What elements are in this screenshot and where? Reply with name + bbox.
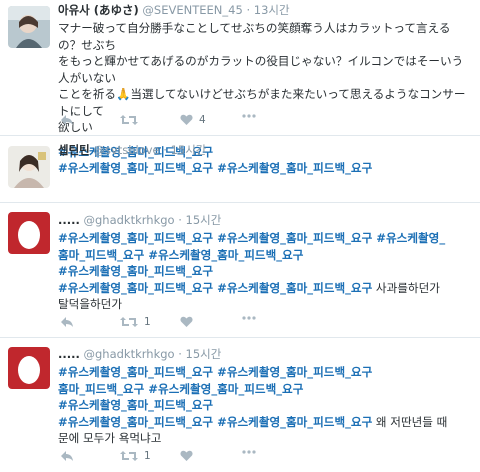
retweet-button[interactable]	[120, 114, 138, 126]
hashtag-link[interactable]: #유스케촬영_홈마_피드백_요구 #유스케촬영_홈마_피드백_요구	[58, 364, 470, 381]
reply-button[interactable]	[60, 114, 74, 126]
tweet-timestamp[interactable]: 15시간	[171, 143, 207, 157]
tweet-timestamp[interactable]: 15시간	[186, 347, 222, 361]
hashtag-link[interactable]: #유스케촬영_홈마_피드백_요구	[58, 397, 470, 414]
retweet-count: 1	[144, 450, 151, 462]
retweet-button[interactable]: 1	[120, 316, 151, 328]
heart-icon	[180, 114, 193, 125]
like-button[interactable]	[180, 316, 193, 328]
tweet-header: ..... @ghadktkrhkgo · 15시간	[58, 213, 470, 228]
hashtag-link[interactable]: #유스케촬영_홈마_피드백_요구 #유스케촬영_홈마_피드백_요구	[58, 160, 470, 177]
tweet-header: 아유사 (あゆさ) @SEVENTEEN_45 · 13시간	[58, 3, 470, 18]
user-name[interactable]: .....	[58, 213, 80, 227]
tweet: 셉틴틴 @svtsblove · 15시간 #유스케촬영_홈마_피드백_요구 #…	[0, 136, 480, 202]
more-dots-icon	[242, 114, 256, 118]
time-separator: ·	[163, 143, 167, 157]
hashtag-link[interactable]: #유스케촬영_홈마_피드백_요구 #유스케촬영_홈마_피드백_요구	[58, 281, 372, 295]
more-button[interactable]	[242, 316, 256, 320]
tweet-header: 셉틴틴 @svtsblove · 15시간	[58, 143, 470, 158]
tweet: 아유사 (あゆさ) @SEVENTEEN_45 · 13시간 マナー破って自分勝…	[0, 0, 480, 159]
tweet: ..... @ghadktkrhkgo · 15시간 #유스케촬영_홈마_피드백…	[0, 203, 480, 337]
heart-icon	[180, 450, 193, 461]
retweet-icon	[120, 317, 138, 327]
tweet-feed: 아유사 (あゆさ) @SEVENTEEN_45 · 13시간 マナー破って自分勝…	[0, 0, 480, 472]
time-separator: ·	[178, 213, 182, 227]
time-separator: ·	[178, 347, 182, 361]
retweet-button[interactable]: 1	[120, 450, 151, 462]
user-handle[interactable]: @svtsblove	[93, 143, 159, 157]
tweet-timestamp[interactable]: 13시간	[254, 3, 290, 17]
user-handle[interactable]: @ghadktkrhkgo	[84, 347, 175, 361]
user-handle[interactable]: @ghadktkrhkgo	[84, 213, 175, 227]
egg-avatar	[8, 347, 50, 389]
tweet-text-line: 사과를하던가	[372, 280, 440, 295]
photo-avatar	[8, 6, 50, 48]
reply-button[interactable]	[60, 316, 74, 328]
user-avatar[interactable]	[8, 212, 50, 254]
reply-icon	[61, 115, 73, 125]
more-button[interactable]	[242, 114, 256, 118]
user-handle[interactable]: @SEVENTEEN_45	[142, 3, 242, 17]
more-dots-icon	[242, 316, 256, 320]
user-name[interactable]: .....	[58, 347, 80, 361]
reply-button[interactable]	[60, 450, 74, 462]
heart-icon	[180, 316, 193, 327]
hashtag-link[interactable]: 홈마_피드백_요구 #유스케촬영_홈마_피드백_요구	[58, 247, 470, 264]
photo-avatar	[8, 146, 50, 188]
tweet-text-line: をもっと輝かせてあげるのがカラットの役目じゃない？イルコンではそーいう人がいない	[58, 54, 464, 85]
retweet-icon	[120, 451, 138, 461]
tweet: ..... @ghadktkrhkgo · 15시간 #유스케촬영_홈마_피드백…	[0, 338, 480, 472]
tweet-text: #유스케촬영_홈마_피드백_요구 #유스케촬영_홈마_피드백_요구 홈마_피드백…	[58, 364, 470, 447]
like-button[interactable]	[180, 450, 193, 462]
user-name[interactable]: 셉틴틴	[58, 143, 90, 157]
hashtag-link[interactable]: #유스케촬영_홈마_피드백_요구	[58, 263, 470, 280]
tweet-timestamp[interactable]: 15시간	[186, 213, 222, 227]
tweet-text: #유스케촬영_홈마_피드백_요구 #유스케촬영_홈마_피드백_요구 #유스케촬영…	[58, 230, 470, 313]
like-button[interactable]: 4	[180, 114, 206, 126]
more-dots-icon	[242, 450, 256, 454]
retweet-count: 1	[144, 316, 151, 328]
reply-icon	[61, 317, 73, 327]
tweet-text: #유스케촬영_홈마_피드백_요구 #유스케촬영_홈마_피드백_요구	[58, 160, 470, 177]
more-button[interactable]	[242, 450, 256, 454]
tweet-header: ..... @ghadktkrhkgo · 15시간	[58, 347, 470, 362]
user-avatar[interactable]	[8, 347, 50, 389]
tweet-text-line: マナー破って自分勝手なことしてせぶちの笑顔奪う人はカラットって言えるの？せぶち	[58, 21, 451, 52]
hashtag-link[interactable]: 홈마_피드백_요구 #유스케촬영_홈마_피드백_요구	[58, 381, 470, 398]
tweet-text-line: 문에 모두가 욕먹냐고	[58, 431, 162, 445]
hashtag-link[interactable]: #유스케촬영_홈마_피드백_요구 #유스케촬영_홈마_피드백_요구	[58, 415, 372, 429]
hashtag-link[interactable]: #유스케촬영_홈마_피드백_요구 #유스케촬영_홈마_피드백_요구 #유스케촬영…	[58, 230, 470, 247]
egg-avatar	[8, 212, 50, 254]
retweet-icon	[120, 115, 138, 125]
tweet-text-line: 탈덕을하던가	[58, 297, 122, 311]
tweet-text-line: 왜 저딴년들 때	[372, 414, 448, 429]
like-count: 4	[199, 114, 206, 126]
user-avatar[interactable]	[8, 6, 50, 48]
user-avatar[interactable]	[8, 146, 50, 188]
time-separator: ·	[246, 3, 251, 17]
reply-icon	[61, 451, 73, 461]
user-name[interactable]: 아유사 (あゆさ)	[58, 3, 139, 17]
